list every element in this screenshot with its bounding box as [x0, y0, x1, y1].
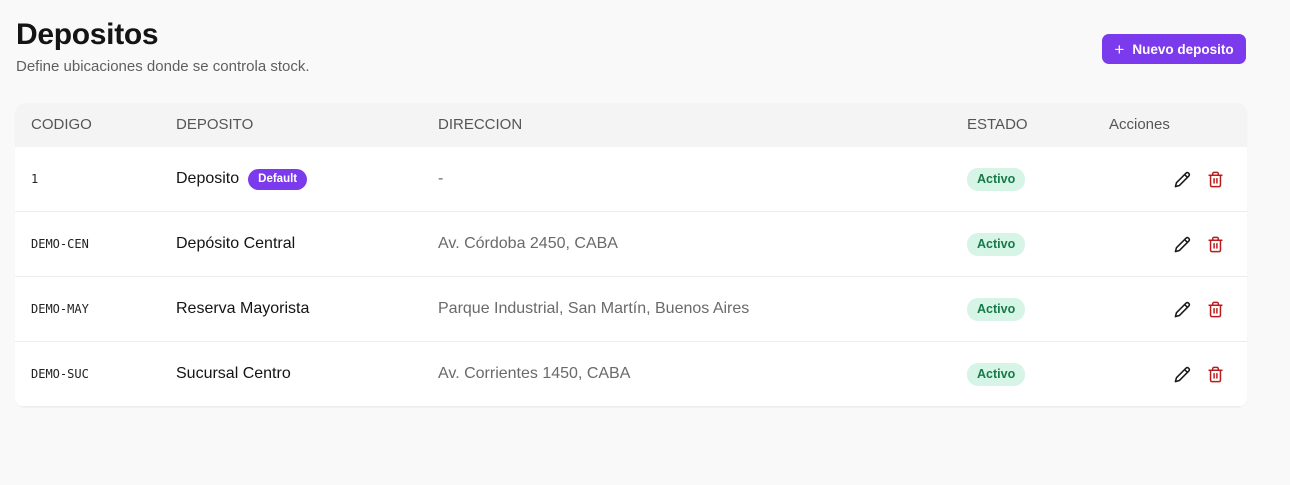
deposit-name: Depósito Central: [176, 235, 296, 252]
page-subtitle: Define ubicaciones donde se controla sto…: [16, 58, 310, 75]
edit-icon[interactable]: [1172, 169, 1192, 189]
code-cell: DEMO-CEN: [31, 237, 89, 251]
deposit-name: Deposito: [176, 170, 240, 187]
trash-icon[interactable]: [1205, 299, 1225, 319]
status-badge: Activo: [967, 362, 1026, 386]
table-row: DEMO-SUC Sucursal Centro Av. Corrientes 14…: [15, 342, 1247, 407]
new-deposit-button[interactable]: + Nuevo deposito: [1102, 34, 1246, 64]
status-cell: Activo: [967, 147, 1026, 211]
code-cell: DEMO-SUC: [31, 367, 89, 381]
page: Depositos Define ubicaciones donde se co…: [0, 0, 1290, 485]
deposit-name-cell: Sucursal Centro: [176, 342, 291, 406]
new-deposit-label: Nuevo deposito: [1132, 41, 1234, 57]
column-header-deposito: DEPOSITO: [176, 116, 254, 133]
address-cell: Parque Industrial, San Martín, Buenos Ai…: [438, 300, 750, 317]
status-cell: Activo: [967, 342, 1026, 406]
status-cell: Activo: [967, 277, 1026, 341]
table-row: DEMO-MAY Reserva Mayorista Parque Industri…: [15, 277, 1247, 342]
trash-icon[interactable]: [1205, 364, 1225, 384]
column-header-acciones: Acciones: [1109, 116, 1170, 133]
status-badge: Activo: [967, 297, 1026, 321]
column-header-estado: ESTADO: [967, 116, 1028, 133]
status-badge: Activo: [967, 232, 1026, 256]
deposit-name: Sucursal Centro: [176, 365, 291, 382]
status-cell: Activo: [967, 212, 1026, 276]
status-badge: Activo: [967, 167, 1026, 191]
address-cell: Av. Córdoba 2450, CABA: [438, 235, 618, 252]
deposit-name-cell: Depósito Central: [176, 212, 295, 276]
code-cell: 1: [31, 172, 39, 186]
trash-icon[interactable]: [1205, 234, 1225, 254]
edit-icon[interactable]: [1172, 299, 1192, 319]
table-row: DEMO-CEN Depósito Central Av. Córdoba 2450…: [15, 212, 1247, 277]
edit-icon[interactable]: [1172, 234, 1192, 254]
column-header-codigo: CODIGO: [31, 116, 92, 133]
deposit-name-cell: Deposito Default: [176, 147, 308, 211]
trash-icon[interactable]: [1205, 169, 1225, 189]
table-header: CODIGO DEPOSITO DIRECCION ESTADO Accione…: [15, 103, 1247, 147]
edit-icon[interactable]: [1172, 364, 1192, 384]
deposit-name: Reserva Mayorista: [176, 300, 310, 317]
code-cell: DEMO-MAY: [31, 302, 89, 316]
default-badge: Default: [248, 168, 308, 190]
page-title: Depositos: [16, 18, 159, 51]
plus-icon: +: [1114, 39, 1125, 59]
address-cell: -: [438, 170, 444, 187]
column-header-direccion: DIRECCION: [438, 116, 523, 133]
deposit-name-cell: Reserva Mayorista: [176, 277, 309, 341]
table-row: 1 Deposito Default - Activo: [15, 147, 1247, 212]
address-cell: Av. Corrientes 1450, CABA: [438, 365, 631, 382]
deposits-table: CODIGO DEPOSITO DIRECCION ESTADO Accione…: [15, 103, 1247, 407]
